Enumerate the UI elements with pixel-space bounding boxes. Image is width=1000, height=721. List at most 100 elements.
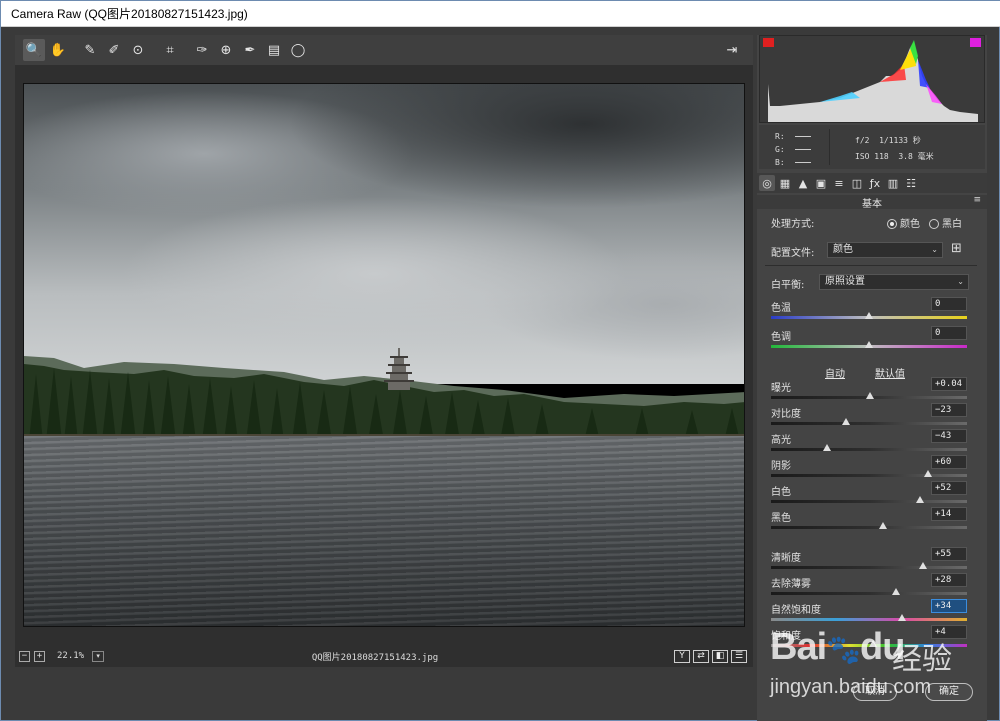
slider-thumb[interactable]	[865, 341, 873, 348]
slider-thumb[interactable]	[865, 392, 874, 399]
tab-tone-curve-icon[interactable]: ▦	[777, 175, 793, 191]
white-balance-label: 白平衡:	[771, 280, 805, 291]
slider-thumb[interactable]	[822, 444, 831, 451]
auto-link[interactable]: 自动	[825, 365, 845, 380]
slider-track[interactable]	[771, 566, 967, 569]
slider-thumb[interactable]	[923, 470, 932, 477]
slider-value-input[interactable]: +14	[931, 507, 967, 521]
aperture: f/2	[855, 136, 870, 145]
swap-settings-icon[interactable]: ⇄	[693, 650, 709, 663]
adjustment-brush-tool-icon[interactable]: ✒	[239, 39, 261, 61]
shutter-speed: 1/1133 秒	[879, 136, 921, 145]
slider-thumb[interactable]	[865, 312, 873, 319]
tab-effects-icon[interactable]: ƒx	[867, 175, 883, 191]
profile-browser-icon[interactable]: ⊞	[951, 242, 967, 257]
slider-thumb[interactable]	[915, 496, 924, 503]
slider-label: 清晰度	[771, 553, 801, 564]
slider-value-input[interactable]: +28	[931, 573, 967, 587]
slider-value-input[interactable]: −43	[931, 429, 967, 443]
slider-track[interactable]	[771, 526, 967, 529]
exif-info: f/2 1/1133 秒 ISO 118 3.8 毫米	[855, 133, 934, 165]
copy-settings-icon[interactable]: ◧	[712, 650, 728, 663]
slider-value-input[interactable]: +60	[931, 455, 967, 469]
r-label: R:	[775, 132, 785, 141]
slider-label: 色温	[771, 303, 791, 314]
done-button[interactable]: 确定	[925, 683, 973, 701]
color-sampler-tool-icon[interactable]: ✐	[103, 39, 125, 61]
zoom-level: 22.1%	[57, 651, 85, 661]
panel-title-text: 基本	[862, 199, 882, 210]
hills-and-pagoda	[24, 348, 744, 441]
treatment-bw-label: 黑白	[942, 219, 962, 230]
tool-bar: 🔍 ✋ ✎ ✐ ⊙ ⌗ ✑ ⊕ ✒ ▤ ◯ ⇥	[15, 35, 753, 65]
g-label: G:	[775, 145, 785, 154]
slider-thumb[interactable]	[892, 588, 901, 595]
file-name: QQ图片20180827151423.jpg	[311, 652, 439, 663]
white-balance-tool-icon[interactable]: ✎	[79, 39, 101, 61]
slider-track[interactable]	[771, 500, 967, 503]
slider-thumb[interactable]	[918, 562, 927, 569]
slider-value-input[interactable]: 0	[931, 326, 967, 340]
white-balance-select[interactable]: 原照设置 ⌄	[819, 274, 969, 290]
before-after-y-icon[interactable]: Y	[674, 650, 690, 663]
slider-track[interactable]	[771, 448, 967, 451]
slider-value-input[interactable]: +0.04	[931, 377, 967, 391]
treatment-bw-option[interactable]: 黑白	[929, 215, 962, 230]
treatment-row: 处理方式:	[771, 215, 814, 230]
red-eye-tool-icon[interactable]: ⊕	[215, 39, 237, 61]
slider-label: 自然饱和度	[771, 605, 821, 616]
slider-thumb[interactable]	[868, 640, 877, 647]
zoom-tool-icon[interactable]: 🔍	[23, 39, 45, 61]
rgb-readout: R: G: B:	[775, 130, 811, 169]
slider-value-input[interactable]: 0	[931, 297, 967, 311]
panel-menu-icon[interactable]: ≡	[973, 195, 981, 205]
slider-value-input[interactable]: +52	[931, 481, 967, 495]
hand-tool-icon[interactable]: ✋	[47, 39, 69, 61]
spot-removal-tool-icon[interactable]: ✑	[191, 39, 213, 61]
treatment-color-option[interactable]: 颜色	[887, 215, 920, 230]
window-titlebar: Camera Raw (QQ图片20180827151423.jpg)	[1, 1, 1000, 27]
radial-filter-tool-icon[interactable]: ◯	[287, 39, 309, 61]
slider-value-input[interactable]: +55	[931, 547, 967, 561]
slider-track[interactable]	[771, 592, 967, 595]
toggle-settings-icon[interactable]: ☰	[731, 650, 747, 663]
radio-bw[interactable]	[929, 219, 939, 229]
tab-basic-icon[interactable]: ◎	[759, 175, 775, 191]
slider-label: 白色	[771, 487, 791, 498]
chevron-down-icon: ⌄	[931, 245, 938, 254]
slider-track[interactable]	[771, 474, 967, 477]
tab-split-toning-icon[interactable]: ≡	[831, 175, 847, 191]
slider-thumb[interactable]	[842, 418, 851, 425]
iso: ISO 118	[855, 152, 889, 161]
slider-label: 对比度	[771, 409, 801, 420]
radio-color[interactable]	[887, 219, 897, 229]
slider-value-input[interactable]: +4	[931, 625, 967, 639]
zoom-in-button[interactable]: +	[34, 650, 45, 662]
tab-presets-icon[interactable]: ☷	[903, 175, 919, 191]
profile-select[interactable]: 颜色 ⌄	[827, 242, 943, 258]
slider-label: 饱和度	[771, 631, 801, 642]
targeted-adjustment-tool-icon[interactable]: ⊙	[127, 39, 149, 61]
slider-value-input[interactable]: −23	[931, 403, 967, 417]
photo-preview[interactable]	[23, 83, 745, 627]
zoom-out-button[interactable]: −	[19, 650, 30, 662]
slider-label: 阴影	[771, 461, 791, 472]
open-object-icon[interactable]: ⇥	[721, 39, 743, 61]
tab-detail-icon[interactable]: ▲	[795, 175, 811, 191]
slider-label: 色调	[771, 332, 791, 343]
tab-lens-icon[interactable]: ◫	[849, 175, 865, 191]
histogram	[759, 35, 985, 123]
slider-thumb[interactable]	[898, 614, 907, 621]
cancel-button[interactable]: 取消	[853, 683, 897, 701]
crop-tool-icon[interactable]: ⌗	[159, 39, 181, 61]
slider-value-input[interactable]: +34	[931, 599, 967, 613]
profile-label-row: 配置文件:	[771, 244, 814, 259]
zoom-dropdown-icon[interactable]: ▾	[92, 650, 105, 662]
tab-hsl-icon[interactable]: ▣	[813, 175, 829, 191]
tab-calibration-icon[interactable]: ▥	[885, 175, 901, 191]
slider-thumb[interactable]	[878, 522, 887, 529]
default-link[interactable]: 默认值	[875, 365, 905, 380]
slider-track[interactable]	[771, 422, 967, 425]
graduated-filter-tool-icon[interactable]: ▤	[263, 39, 285, 61]
slider-track[interactable]	[771, 618, 967, 621]
